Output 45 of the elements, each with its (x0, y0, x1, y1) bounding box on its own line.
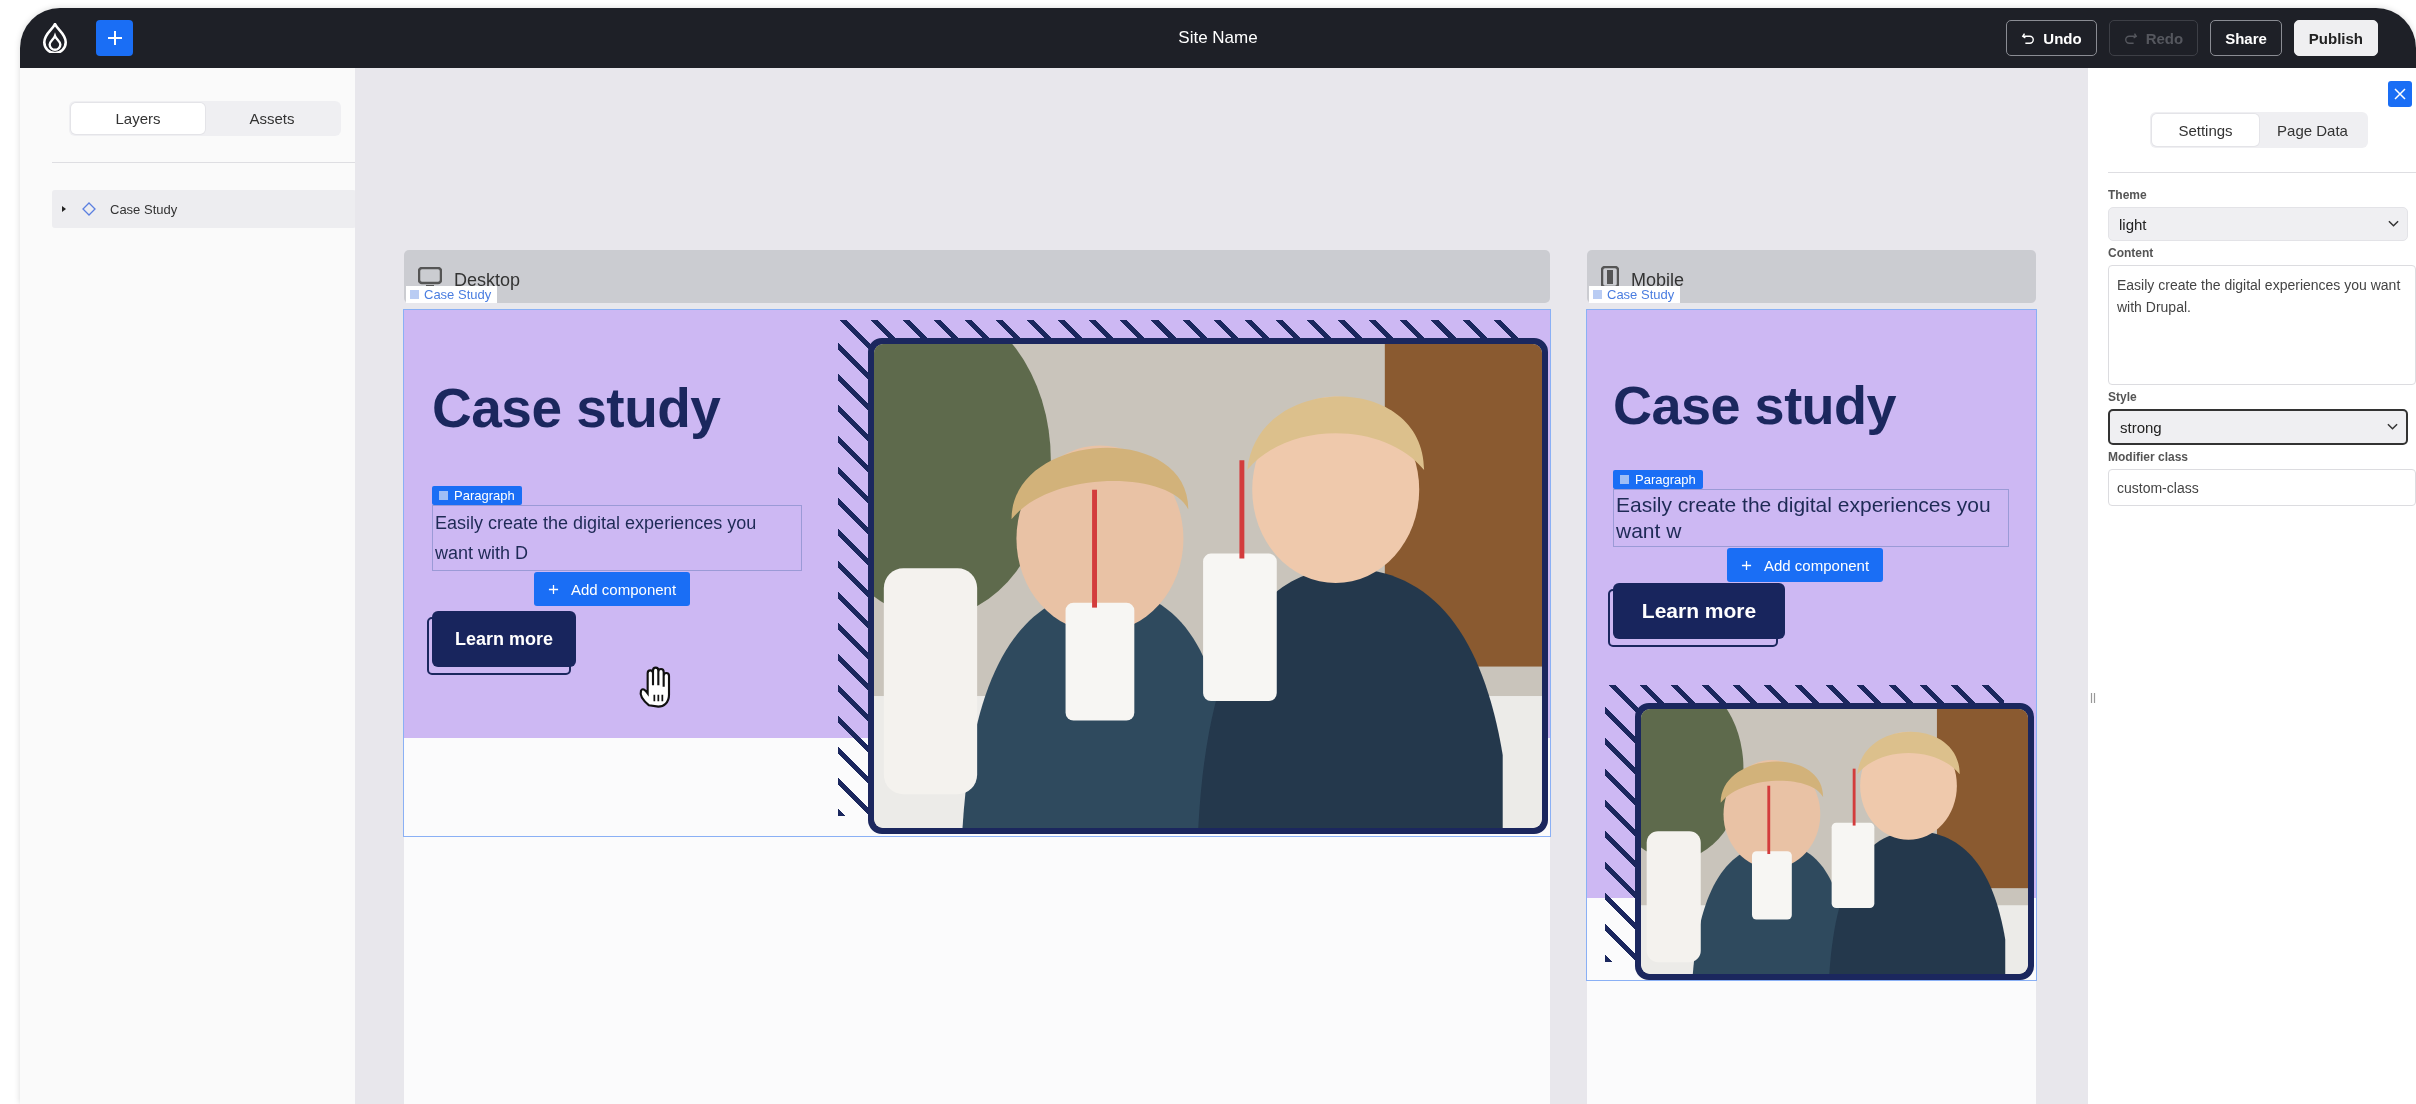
publish-button[interactable]: Publish (2293, 20, 2378, 56)
field-label: Theme (2108, 188, 2148, 202)
resize-handle-icon[interactable] (2090, 693, 2096, 703)
hero-heading: Case study (432, 376, 722, 440)
redo-icon (2123, 31, 2138, 45)
select-field[interactable]: strong (2108, 409, 2408, 445)
panel-tab[interactable]: Layers (71, 103, 205, 134)
layer-item[interactable]: Case Study (52, 190, 356, 228)
diamond-icon (82, 202, 96, 216)
learn-more-button[interactable]: Learn more (432, 611, 576, 667)
add-button[interactable] (96, 20, 133, 56)
phone-icon (1601, 265, 1619, 288)
selection-outline[interactable]: Easily create the digital experiences you want with D (432, 505, 802, 571)
learn-more-button[interactable]: Learn more (1613, 583, 1785, 639)
close-button[interactable] (2388, 81, 2412, 107)
chevron-down-icon (2388, 220, 2399, 228)
hero-heading: Case study (1613, 374, 1898, 436)
panel-tab[interactable]: Settings (2152, 114, 2259, 146)
select-field[interactable]: light (2108, 207, 2408, 241)
panel-tab[interactable]: Page Data (2259, 114, 2366, 146)
paragraph-tag[interactable]: Paragraph (432, 486, 522, 505)
caret-icon[interactable] (60, 205, 68, 213)
field-label: Modifier class (2108, 450, 2190, 464)
share-button[interactable]: Share (2210, 20, 2282, 56)
close-icon (2393, 87, 2407, 101)
component-tag[interactable]: Case Study (406, 286, 498, 303)
layer-label: Case Study (110, 201, 178, 217)
add-component-button[interactable]: Add component (534, 572, 691, 606)
component-tag[interactable]: Case Study (1589, 286, 1681, 303)
paragraph-text: Easily create the digital experiences you want with D (434, 512, 758, 565)
site-name: Site Name (1178, 28, 1258, 48)
text-area[interactable]: Easily create the digital experiences you want with Drupal. (2108, 265, 2416, 385)
drop-logo-icon[interactable] (42, 23, 68, 53)
field-label: Style (2108, 390, 2138, 404)
chevron-down-icon (2387, 423, 2398, 431)
add-component-button[interactable]: Add component (1727, 548, 1884, 582)
input-field[interactable]: custom-class (2108, 469, 2416, 506)
paragraph-tag[interactable]: Paragraph (1613, 470, 1703, 489)
plus-icon (1741, 559, 1752, 571)
plus-icon (548, 583, 559, 595)
undo-icon (2021, 31, 2036, 45)
panel-tab[interactable]: Assets (205, 103, 339, 134)
undo-button[interactable]: Undo (2006, 20, 2097, 56)
monitor-icon (418, 266, 442, 287)
field-label: Content (2108, 246, 2155, 260)
